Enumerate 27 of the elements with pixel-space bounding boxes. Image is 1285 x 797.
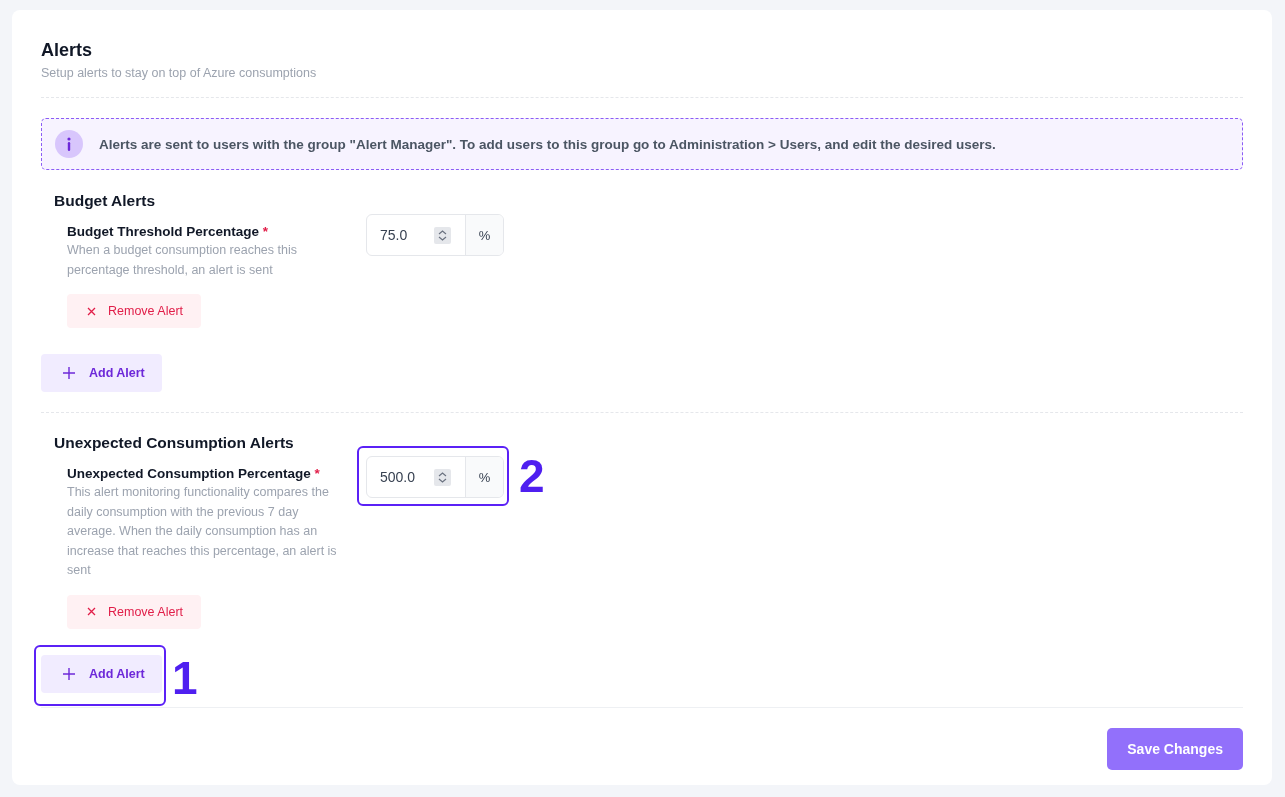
spinner-icon[interactable] bbox=[434, 468, 451, 486]
field-description: This alert monitoring functionality compares the daily consumption with the previous 7 day average. When the daily consumption has an increase that reaches this percentage, an alert is sent bbox=[67, 484, 338, 579]
info-icon bbox=[55, 130, 83, 158]
percentage-input[interactable]: 500.0 % bbox=[366, 456, 504, 498]
unit-addon: % bbox=[465, 215, 503, 255]
add-alert-button[interactable]: Add Alert bbox=[41, 354, 162, 392]
save-changes-button[interactable]: Save Changes bbox=[1107, 728, 1243, 770]
spinner-icon[interactable] bbox=[434, 226, 451, 244]
field-label: Unexpected Consumption Percentage * bbox=[67, 466, 321, 481]
plus-icon bbox=[63, 367, 75, 379]
plus-icon bbox=[63, 667, 75, 680]
percentage-input[interactable]: 75.0 % bbox=[366, 214, 504, 256]
section-heading: Budget Alerts bbox=[54, 192, 157, 210]
callout-number: 2 bbox=[519, 453, 545, 499]
close-icon bbox=[87, 607, 96, 616]
remove-alert-button[interactable]: Remove Alert bbox=[67, 294, 202, 328]
field-description: When a budget consumption reaches this percentage threshold, an alert is sent bbox=[67, 242, 298, 279]
section-heading: Unexpected Consumption Alerts bbox=[54, 434, 295, 452]
unit-addon: % bbox=[465, 457, 503, 497]
page-title: Alerts bbox=[41, 40, 94, 61]
page-subtitle: Setup alerts to stay on top of Azure consumptions bbox=[41, 66, 318, 80]
callout-number: 1 bbox=[172, 654, 198, 701]
field-label: Budget Threshold Percentage * bbox=[67, 224, 270, 239]
add-alert-button[interactable]: Add Alert bbox=[41, 654, 162, 693]
close-icon bbox=[87, 306, 96, 316]
info-message: Alerts are sent to users with the group "Alert Manager". To add users to this group go to Administration > Users, and edit the desired users. bbox=[99, 136, 996, 152]
remove-alert-button[interactable]: Remove Alert bbox=[67, 594, 202, 629]
